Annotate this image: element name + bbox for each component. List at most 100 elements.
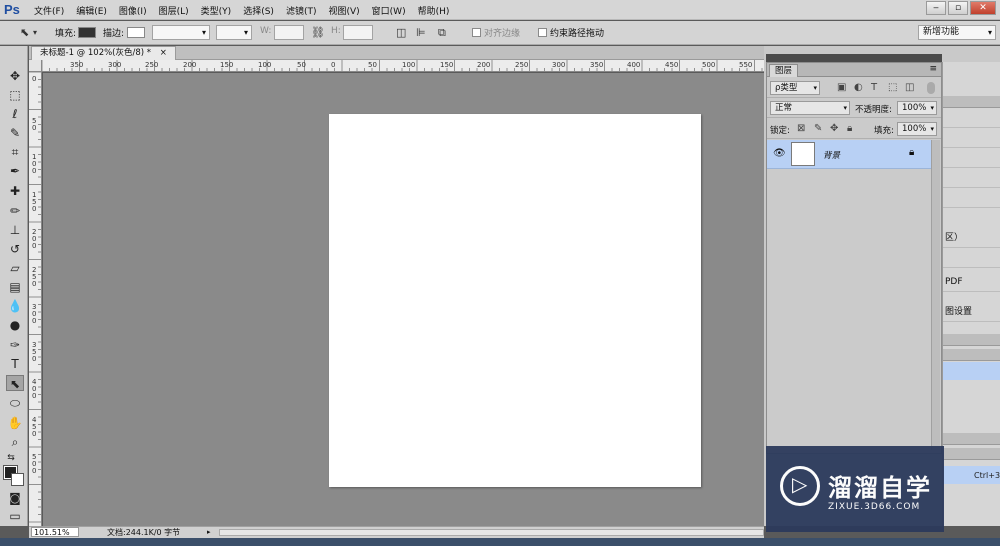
menu-edit[interactable]: 编辑(E) [76,4,107,17]
align-edges-box[interactable] [472,28,481,37]
gradient-icon[interactable]: ▤ [6,279,24,295]
panel-row[interactable] [943,108,1000,128]
document-tab-close-icon[interactable]: × [160,48,167,58]
path-alignment-icon[interactable]: ⊫ [416,26,426,39]
doc-info[interactable]: 文档:244.1K/0 字节 [107,527,180,538]
crop-icon[interactable]: ⌗ [6,144,24,160]
eyedropper-icon[interactable]: ✒ [6,163,24,179]
filter-adjustment-icon[interactable]: ◐ [854,82,863,93]
workspace-dropdown[interactable]: 新增功能 [918,25,996,40]
ruler-left[interactable]: 0 50 100 150 200 250 300 350 400 450 500 [29,72,42,526]
canvas-workspace[interactable] [43,73,764,526]
lock-pixels-icon[interactable]: ✎ [814,123,822,134]
lock-transparent-icon[interactable]: ⊠ [797,123,805,134]
selected-history-state[interactable] [943,362,1000,380]
horizontal-scrollbar[interactable] [219,529,764,536]
stroke-width-field[interactable] [152,25,210,40]
lasso-icon[interactable]: ℓ [6,106,24,122]
visibility-eye-icon[interactable]: 👁︎ [773,148,786,159]
path-arrangement-icon[interactable]: ⧉ [438,26,446,40]
zoom-icon[interactable]: ⌕ [6,434,24,450]
layers-scrollbar[interactable] [931,140,940,450]
move-icon[interactable]: ✥ [6,68,24,84]
swap-colors-icon[interactable]: ⇆ [2,450,20,466]
constrain-path-box[interactable] [538,28,547,37]
type-icon[interactable]: T [6,356,24,372]
lock-all-icon[interactable]: 🔒︎ [847,123,852,134]
close-button[interactable]: ✕ [970,1,996,15]
filter-smart-object-icon[interactable]: ◫ [905,82,914,93]
menu-window[interactable]: 窗口(W) [372,4,406,17]
link-icon[interactable]: ⛓ [311,26,325,39]
path-select-tool-preset-icon[interactable]: ⬉ [20,26,29,39]
width-field[interactable] [274,25,304,40]
fill-swatch[interactable] [78,27,96,38]
restore-button[interactable]: ▫ [948,1,968,15]
menu-select[interactable]: 选择(S) [243,4,274,17]
stroke-swatch[interactable] [127,27,145,38]
menu-layer[interactable]: 图层(L) [159,4,189,17]
panel-collapse-bar[interactable] [766,54,942,62]
stamp-icon[interactable]: ⊥ [6,222,24,238]
healing-icon[interactable]: ✚ [6,183,24,199]
panel-row[interactable] [943,188,1000,208]
menu-file[interactable]: 文件(F) [34,4,64,17]
zoom-field[interactable]: 101.51% [31,527,79,537]
panel-row-history[interactable]: 区） [943,228,1000,248]
status-menu-icon[interactable]: ▸ [207,527,211,538]
document-canvas[interactable] [329,114,701,487]
panel-row-pdf[interactable]: PDF [943,272,1000,292]
photoshop-logo: Ps [4,2,20,17]
filter-pixel-icon[interactable]: ▣ [837,82,846,93]
document-tab[interactable]: 未标题-1 @ 102%(灰色/8) * × [31,46,176,60]
eraser-icon[interactable]: ▱ [6,260,24,276]
quick-mask-icon[interactable]: ◙ [6,490,24,506]
layer-lock-icon: 🔒︎ [909,147,915,158]
ruler-top[interactable]: 350 300 250 200 150 100 50 0 50 100 150 … [42,60,764,72]
panel-menu-icon[interactable]: ≡ [929,64,937,74]
opacity-field[interactable]: 100% [897,101,937,115]
panel-row[interactable] [943,248,1000,268]
blur-icon[interactable]: 💧 [6,298,24,314]
quick-select-icon[interactable]: ✎ [6,125,24,141]
align-edges-checkbox[interactable]: 对齐边缘 [472,26,520,39]
lock-position-icon[interactable]: ✥ [830,123,838,134]
minimize-button[interactable]: ‒ [926,1,946,15]
ellipse-icon[interactable]: ⬭ [6,395,24,411]
filter-type-icon[interactable]: T [871,82,877,93]
background-color-swatch[interactable] [11,473,24,486]
filter-kind-dropdown[interactable]: ρ类型 [770,81,820,95]
menu-view[interactable]: 视图(V) [328,4,359,17]
panel-row[interactable] [943,168,1000,188]
ruler-left-label: 350 [32,341,37,363]
layer-name[interactable]: 背景 [823,149,840,161]
brush-icon[interactable]: ✏ [6,203,24,219]
history-brush-icon[interactable]: ↺ [6,241,24,257]
layer-row-background[interactable]: 👁︎ 背景 🔒︎ [767,140,931,169]
dodge-icon[interactable]: ● [6,317,24,333]
panel-row[interactable] [943,148,1000,168]
fill-field[interactable]: 100% [897,122,937,136]
constrain-path-checkbox[interactable]: 约束路径拖动 [538,26,604,39]
screen-mode-icon[interactable]: ▭ [6,508,24,524]
height-field[interactable] [343,25,373,40]
path-select-icon[interactable]: ⬉ [6,375,24,391]
menu-help[interactable]: 帮助(H) [418,4,450,17]
filter-shape-icon[interactable]: ⬚ [888,82,897,93]
path-operations-icon[interactable]: ◫ [396,26,406,39]
stroke-label: 描边: [103,29,125,39]
menu-filter[interactable]: 滤镜(T) [286,4,317,17]
preset-dropdown-icon[interactable]: ▾ [33,28,37,37]
menu-type[interactable]: 类型(Y) [201,4,232,17]
filter-toggle[interactable] [927,82,935,94]
layers-tab[interactable]: 图层 [769,64,799,77]
pen-icon[interactable]: ✑ [6,337,24,353]
menu-image[interactable]: 图像(I) [119,4,147,17]
blend-mode-dropdown[interactable]: 正常 [770,101,850,115]
panel-row[interactable] [943,128,1000,148]
ruler-origin[interactable] [29,60,42,72]
panel-row-settings[interactable]: 图设置 [943,302,1000,322]
hand-icon[interactable]: ✋ [6,415,24,431]
marquee-icon[interactable]: ⬚ [6,87,24,103]
stroke-type-dropdown[interactable] [216,25,252,40]
